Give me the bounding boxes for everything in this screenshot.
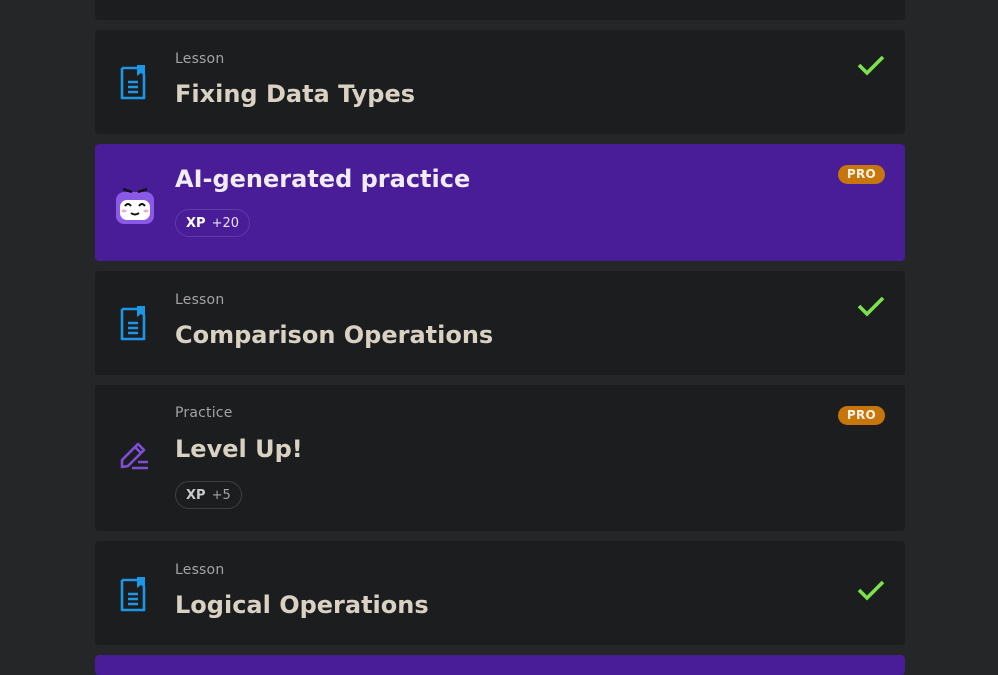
- lesson-document-icon: [120, 306, 146, 341]
- item-title: Level Up!: [175, 435, 303, 463]
- checkmark-icon: [857, 580, 885, 601]
- lesson-document-icon: [120, 577, 146, 612]
- ai-practice-item[interactable]: AI-generated practice XP +20 PRO: [95, 144, 905, 261]
- item-title: Logical Operations: [175, 591, 429, 619]
- pencil-icon: [120, 442, 148, 470]
- xp-badge: XP +20: [175, 209, 250, 237]
- lesson-document-icon: [120, 65, 146, 100]
- xp-label: XP: [186, 215, 206, 231]
- pro-badge: PRO: [837, 165, 885, 184]
- pro-badge: PRO: [837, 406, 885, 425]
- item-title: Fixing Data Types: [175, 80, 415, 108]
- lesson-item-logical-operations[interactable]: Lesson Logical Operations: [95, 541, 905, 645]
- xp-value: +5: [211, 487, 231, 503]
- checkmark-icon: [857, 55, 885, 76]
- item-title: AI-generated practice: [175, 165, 471, 193]
- item-kind-label: Lesson: [175, 292, 225, 308]
- item-kind-label: Practice: [175, 405, 233, 421]
- xp-value: +20: [211, 215, 239, 231]
- xp-label: XP: [186, 487, 206, 503]
- lesson-item-fixing-data-types[interactable]: Lesson Fixing Data Types: [95, 30, 905, 134]
- item-kind-label: Lesson: [175, 51, 225, 67]
- xp-badge: XP +5: [175, 481, 242, 509]
- practice-item-level-up[interactable]: Practice Level Up! XP +5 PRO: [95, 385, 905, 531]
- lesson-item-comparison-operations[interactable]: Lesson Comparison Operations: [95, 271, 905, 375]
- ai-robot-face-icon: [116, 187, 154, 224]
- list-item[interactable]: [95, 0, 905, 20]
- item-kind-label: Lesson: [175, 562, 225, 578]
- checkmark-icon: [857, 296, 885, 317]
- ai-practice-item[interactable]: [95, 655, 905, 675]
- item-title: Comparison Operations: [175, 321, 494, 349]
